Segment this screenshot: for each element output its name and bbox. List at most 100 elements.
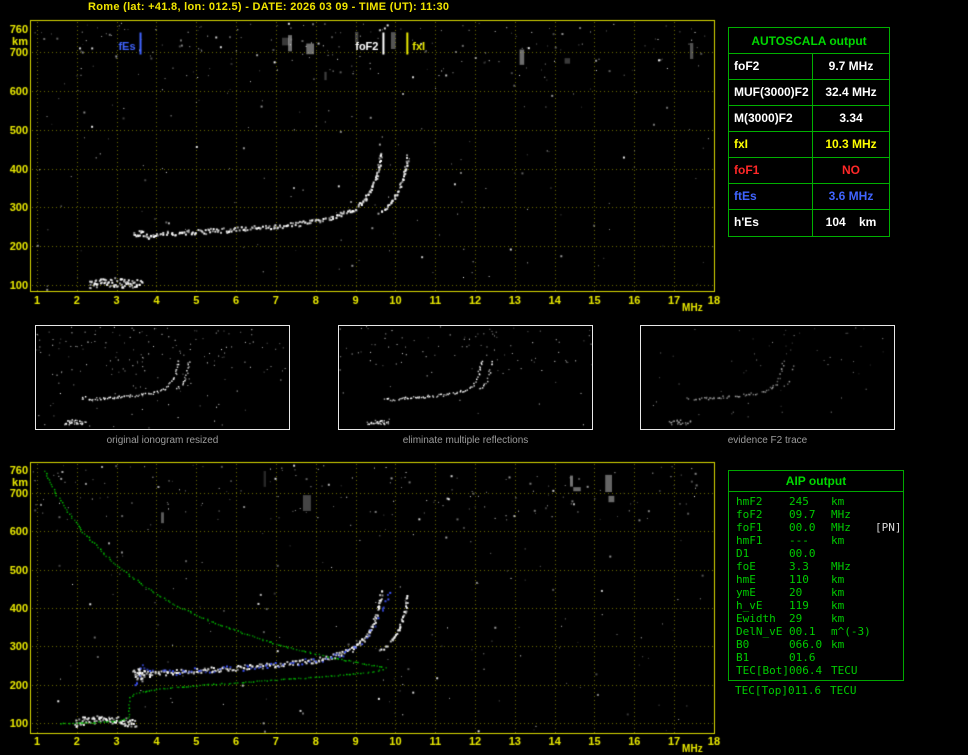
aip-row: ymE 20 km [729,586,903,599]
autoscala-header: AUTOSCALA output [729,28,889,54]
thumbnail-caption: original ionogram resized [106,435,219,446]
thumbnail-caption: evidence F2 trace [727,435,808,446]
aip-param-extra [875,560,903,573]
profile-plot-canvas [0,455,725,755]
aip-param-extra [875,625,903,638]
aip-param-extra [875,651,903,664]
aip-row: foE 3.3 MHz [729,560,903,573]
thumbnail-caption: eliminate multiple reflections [402,435,529,446]
app-window: Rome (lat: +41.8, lon: 012.5) - DATE: 20… [0,0,968,755]
autoscala-param-value: 104 km [825,215,877,229]
autoscala-param-value: 32.4 MHz [825,85,877,99]
autoscala-param-value: 10.3 MHz [825,137,877,151]
aip-param-value: 00.1 [789,625,816,638]
autoscala-param-label: MUF(3000)F2 [729,80,813,105]
aip-param-value: --- [789,534,809,547]
aip-row: hmE 110 km [729,573,903,586]
aip-row: B1 01.6 [729,651,903,664]
autoscala-param-label: foF1 [729,158,813,183]
aip-param-label: ymE [736,586,756,599]
thumbnail-original-ionogram [35,325,290,430]
aip-param-extra [875,638,903,651]
aip-param-extra [874,684,904,697]
autoscala-param-label: foF2 [729,54,813,79]
autoscala-param-label: M(3000)F2 [729,106,813,131]
aip-param-label: B0 [736,638,750,651]
aip-param-extra [875,534,903,547]
aip-param-label: foF1 [736,521,763,534]
aip-param-label: TEC[Top] [735,684,788,697]
aip-row: h_vE 119 km [729,599,903,612]
autoscala-param-value: 9.7 MHz [828,59,874,73]
aip-param-value: 006.4 [789,664,823,677]
aip-param-extra [875,586,903,599]
autoscala-param-label: h'Es [729,210,813,236]
autoscala-row: MUF(3000)F2 32.4 MHz [729,80,889,106]
autoscala-param-label: ftEs [729,184,813,209]
aip-param-extra [875,508,903,521]
aip-param-label: B1 [736,651,750,664]
aip-param-value: 20 [789,586,803,599]
thumbnail-f2-trace-evidence [640,325,895,430]
aip-param-value: 00.0 [789,521,816,534]
autoscala-param-label: fxI [729,132,813,157]
aip-param-unit: km [831,599,845,612]
aip-param-unit: km [831,612,845,625]
autoscala-row: M(3000)F2 3.34 [729,106,889,132]
aip-header: AIP output [729,471,903,492]
ionogram-plot-canvas [0,12,725,314]
aip-row: B0 066.0 km [729,638,903,651]
autoscala-param-value: 3.34 [839,111,863,125]
aip-row: DelN_vE 00.1 m^(-3) [729,625,903,638]
aip-param-label: foE [736,560,756,573]
aip-param-extra [875,664,903,677]
aip-output-panel: AIP output hmF2 245 km foF2 09.7 MHz foF1 00.0 M… [728,470,904,681]
aip-param-label: DelN_vE [736,625,783,638]
aip-param-value: 011.6 [788,684,822,697]
autoscala-row: foF1 NO [729,158,889,184]
aip-param-extra [875,495,903,508]
aip-param-unit: TECU [830,684,857,697]
aip-row: TEC[Top] 011.6 TECU [728,684,904,697]
aip-param-extra [875,547,903,560]
aip-param-extra [875,599,903,612]
aip-param-label: hmE [736,573,756,586]
autoscala-param-value: 3.6 MHz [828,189,874,203]
autoscala-output-panel: AUTOSCALA output foF2 9.7 MHz MUF(3000)F2 3… [728,27,890,237]
aip-param-unit: TECU [831,664,858,677]
aip-param-value: 01.6 [789,651,816,664]
autoscala-row: foF2 9.7 MHz [729,54,889,80]
aip-param-label: h_vE [736,599,763,612]
autoscala-rows: foF2 9.7 MHz MUF(3000)F2 32.4 MHz M(3000)F2 3… [729,54,889,236]
autoscala-param-value: NO [842,163,860,177]
aip-param-label: D1 [736,547,750,560]
aip-param-unit: km [831,638,845,651]
aip-param-unit: km [831,495,845,508]
aip-param-value: 3.3 [789,560,809,573]
aip-param-value: 066.0 [789,638,823,651]
aip-param-unit: MHz [831,560,851,573]
autoscala-row: fxI 10.3 MHz [729,132,889,158]
aip-param-unit: MHz [831,508,851,521]
aip-param-unit: km [831,534,845,547]
aip-row: Ewidth 29 km [729,612,903,625]
aip-rows: hmF2 245 km foF2 09.7 MHz foF1 00.0 MHz [PN] hmF1 -… [729,492,903,680]
aip-param-unit [831,547,875,560]
aip-param-value: 00.0 [789,547,816,560]
aip-param-unit: km [831,573,845,586]
aip-param-label: hmF2 [736,495,763,508]
thumbnail-multiple-reflections-removed [338,325,593,430]
aip-param-unit: MHz [831,521,851,534]
aip-param-value: 29 [789,612,803,625]
aip-row: hmF2 245 km [729,495,903,508]
autoscala-row: h'Es 104 km [729,210,889,236]
aip-param-extra [875,573,903,586]
aip-param-unit [831,651,875,664]
aip-param-value: 09.7 [789,508,816,521]
aip-param-label: TEC[Bot] [736,664,789,677]
aip-tec-top-row: TEC[Top] 011.6 TECU [728,684,904,697]
aip-param-unit: m^(-3) [831,625,871,638]
aip-param-unit: km [831,586,845,599]
aip-row: hmF1 --- km [729,534,903,547]
aip-param-label: Ewidth [736,612,776,625]
